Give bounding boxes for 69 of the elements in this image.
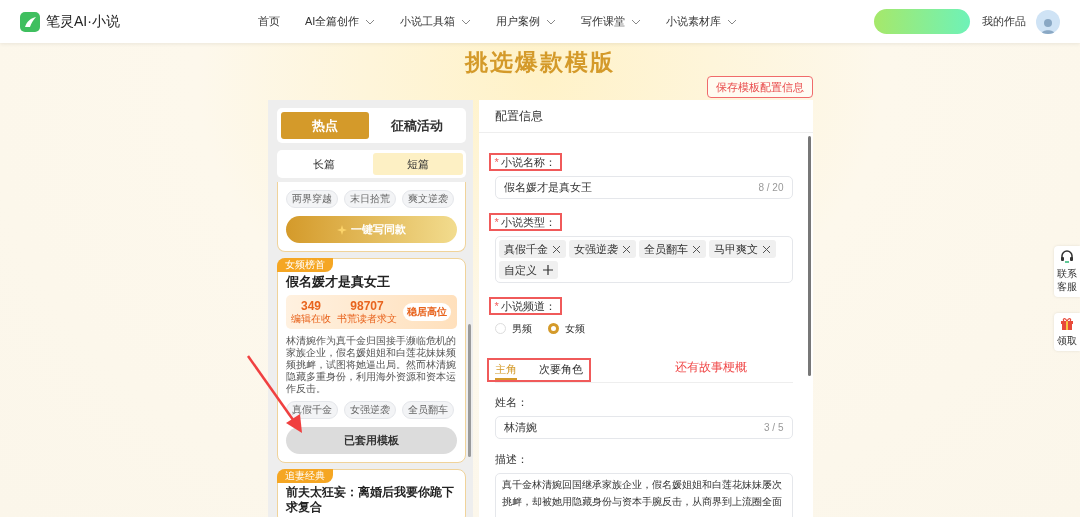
tab[interactable]: 短篇: [373, 153, 463, 175]
gift-button[interactable]: 领取: [1054, 313, 1080, 351]
genre-tag: 全员翻车: [401, 401, 454, 419]
my-works-link[interactable]: 我的作品: [982, 13, 1026, 30]
stat-label: 书荒读者求文: [337, 312, 397, 325]
panel-title: 配置信息: [494, 108, 543, 125]
input-field[interactable]: 假名媛才是真女王 8 / 20: [494, 176, 793, 199]
stat-value: 98707: [350, 299, 384, 313]
char-counter: 3 / 5: [764, 421, 784, 435]
stat-label: 编辑在收: [291, 312, 331, 325]
card-description: 林清婉作为真千金归国接手濒临危机的家族企业，假名媛姐姐和白莲花妹妹频频挑衅，试图将她逼出局。然而林清婉隐藏多重身份，利用海外资源和资本运作反击。: [285, 335, 457, 395]
card-badge: 追妻经典: [276, 469, 333, 483]
add-tag-button[interactable]: 自定义: [498, 261, 558, 279]
field-label: * 小说频道：: [488, 297, 562, 315]
applied-template-button[interactable]: 已套用模板: [285, 427, 457, 454]
char-counter: 8 / 20: [758, 181, 784, 195]
close-icon[interactable]: [761, 244, 771, 254]
genre-tag: 末日拾荒: [343, 190, 396, 208]
sparkle-icon: [336, 224, 347, 235]
headset-icon: [1060, 250, 1074, 264]
logo-icon: [20, 11, 40, 32]
avatar[interactable]: [1036, 9, 1060, 34]
genre-tag: 女强逆袭: [343, 401, 396, 419]
scrollbar[interactable]: [807, 136, 811, 376]
close-icon[interactable]: [621, 244, 631, 254]
genre-tag: 两界穿越: [285, 190, 338, 208]
field-label: * 小说名称：: [488, 153, 562, 171]
type-tag[interactable]: 真假千金: [498, 240, 566, 258]
field-label: 姓名：: [494, 394, 528, 410]
type-tag[interactable]: 马甲爽文: [708, 240, 776, 258]
field-label: * 小说类型：: [488, 213, 562, 231]
type-tag[interactable]: 全员翻车: [638, 240, 706, 258]
nav-item[interactable]: AI全篇创作: [305, 13, 376, 30]
gift-icon: [1060, 317, 1074, 331]
close-icon[interactable]: [551, 244, 561, 254]
nav-item[interactable]: 小说工具箱: [400, 13, 472, 30]
required-mark: *: [494, 298, 499, 314]
nav-item[interactable]: 用户案例: [496, 13, 557, 30]
card-title: 前夫太狂妄：离婚后我要你跪下求复合: [285, 485, 455, 515]
card-badge: 女频榜首: [276, 258, 333, 272]
stat-value: 349: [301, 299, 321, 313]
genre-tag: 真假千金: [285, 401, 338, 419]
type-tag[interactable]: 女强逆袭: [568, 240, 636, 258]
customer-service-button[interactable]: 联系客服: [1054, 246, 1080, 297]
required-mark: *: [494, 214, 499, 230]
tab[interactable]: 征稿活动: [373, 112, 462, 139]
required-mark: *: [494, 154, 499, 170]
close-icon[interactable]: [691, 244, 701, 254]
scrollbar[interactable]: [467, 324, 471, 457]
stats-badge: 稳居高位: [403, 303, 451, 321]
logo-text[interactable]: 笔灵AI·小说: [46, 11, 120, 32]
plus-icon: [542, 265, 553, 275]
input-field[interactable]: 林清婉 3 / 5: [494, 416, 793, 439]
radio-option[interactable]: 女频: [547, 321, 585, 336]
nav-item[interactable]: 首页: [258, 13, 280, 30]
textarea-field[interactable]: 真千金林清婉回国继承家族企业，假名媛姐姐和白莲花妹妹屡次挑衅，却被她用隐藏身份与资本手腕反击，从商界到上流圈全面: [494, 473, 793, 517]
card-title: 假名媛才是真女王: [285, 274, 391, 290]
radio-option[interactable]: 男频: [494, 321, 532, 336]
field-label: 描述：: [494, 451, 528, 467]
radio-button[interactable]: [547, 323, 559, 334]
genre-tag: 爽文逆袭: [401, 190, 454, 208]
tab[interactable]: 长篇: [279, 153, 369, 175]
page-title: 挑选爆款模版: [465, 48, 615, 77]
nav-item[interactable]: 写作课堂: [581, 13, 642, 30]
save-template-button[interactable]: 保存模板配置信息: [706, 76, 813, 98]
nav-item[interactable]: 小说素材库: [666, 13, 738, 30]
tab[interactable]: 次要角色: [538, 360, 583, 380]
annotation-note: 还有故事梗概: [674, 359, 747, 376]
tag-input-field[interactable]: 真假千金 女强逆袭 全员翻车 马甲爽文 自定义: [494, 236, 793, 283]
